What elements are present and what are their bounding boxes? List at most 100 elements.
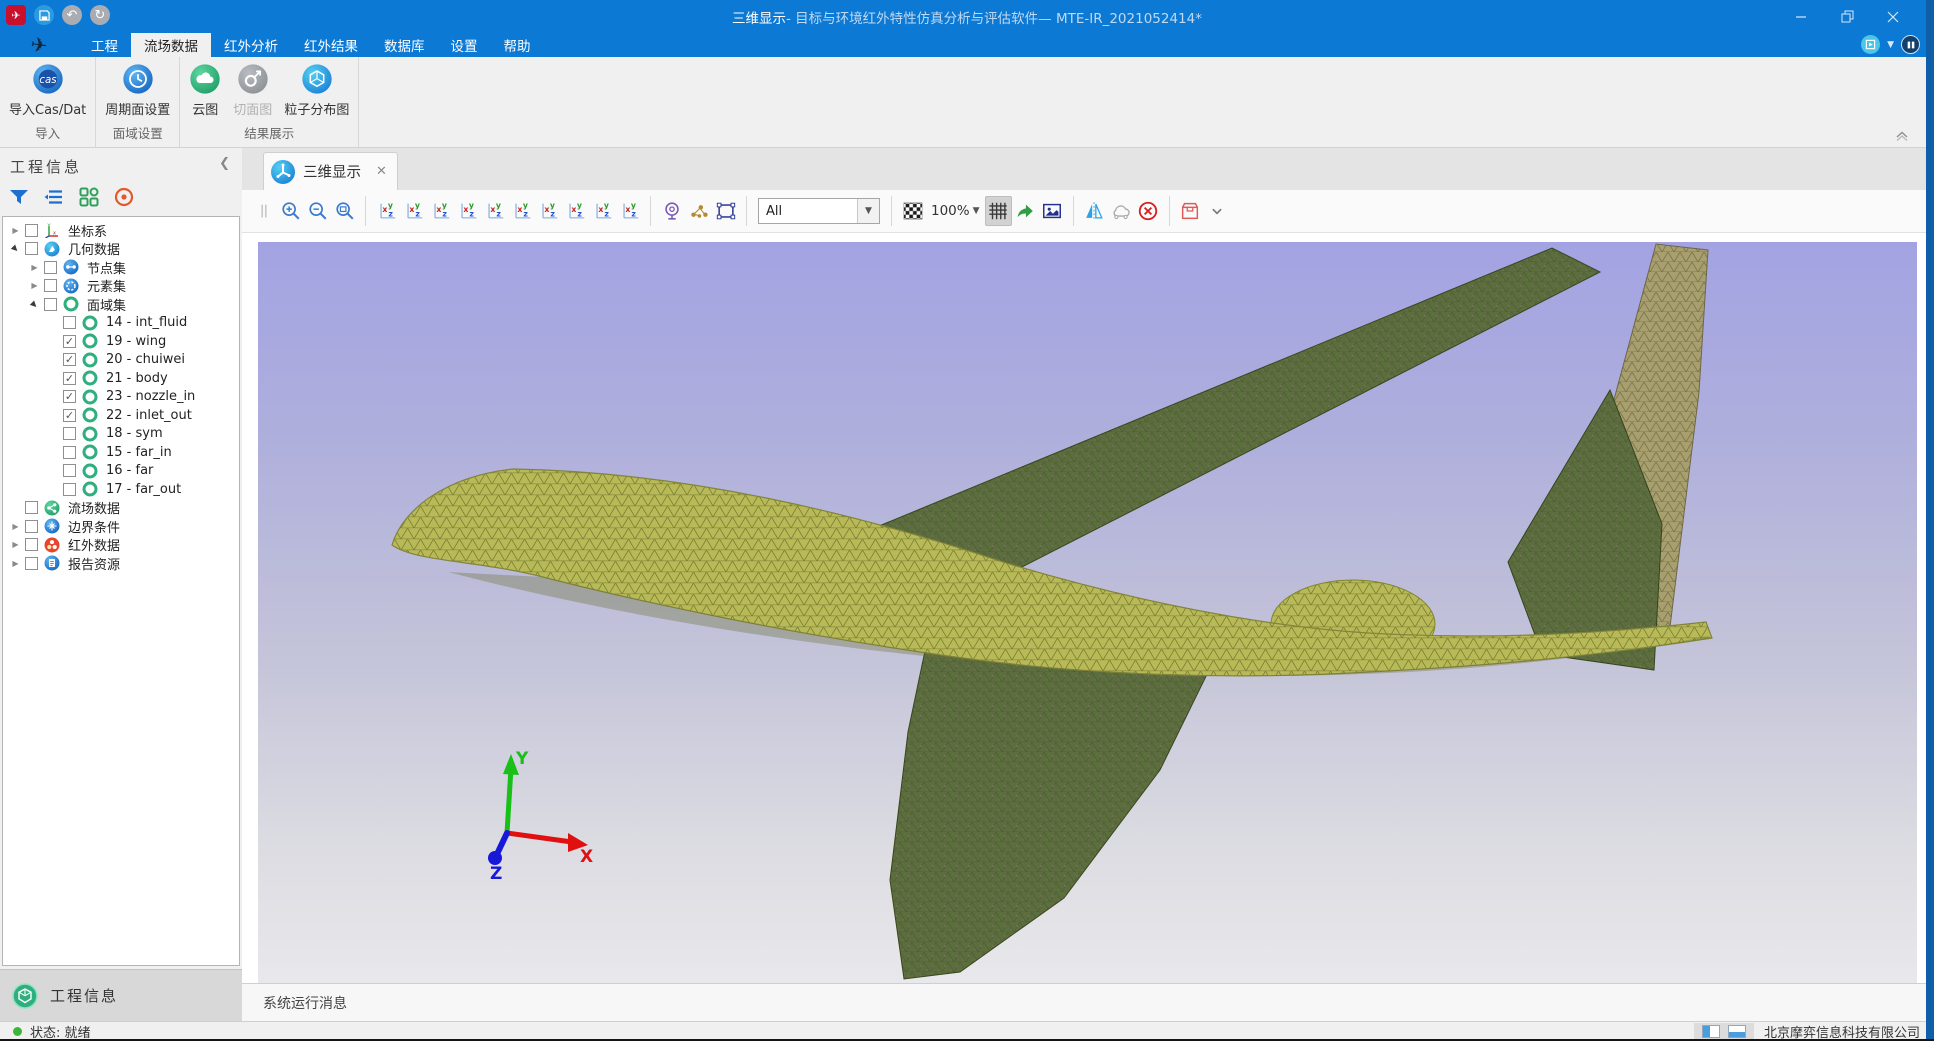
view-iso-4-button[interactable]: xyz bbox=[616, 196, 643, 226]
app-menu-button[interactable]: ✈ bbox=[6, 5, 26, 25]
tree-row[interactable]: ▶节点集 bbox=[3, 258, 239, 277]
tree-row[interactable]: 16 - far bbox=[3, 462, 239, 481]
ribbon-collapse-button[interactable] bbox=[1894, 128, 1910, 146]
ribbon-button-云图[interactable]: 云图 bbox=[183, 57, 227, 118]
panel-footer-tab[interactable]: 工程信息 bbox=[0, 969, 242, 1021]
tree-row[interactable]: ▶红外数据 bbox=[3, 536, 239, 555]
zoom-level-dropdown[interactable]: 100%▼ bbox=[926, 203, 985, 219]
tree-checkbox[interactable] bbox=[63, 446, 76, 459]
tree-row[interactable]: ✓23 - nozzle_in bbox=[3, 388, 239, 407]
tree-expander-icon[interactable]: ▶ bbox=[28, 281, 41, 290]
tab-close-icon[interactable]: ✕ bbox=[376, 164, 387, 179]
menu-tab-红外结果[interactable]: 红外结果 bbox=[291, 33, 371, 57]
menu-tab-帮助[interactable]: 帮助 bbox=[491, 33, 544, 57]
view-bottom-button[interactable]: xyz bbox=[508, 196, 535, 226]
ribbon-button-粒子分布图[interactable]: 粒子分布图 bbox=[278, 57, 355, 118]
panel-collapse-button[interactable]: ❮ bbox=[219, 156, 230, 171]
style-dropdown-caret-icon[interactable]: ▼ bbox=[1887, 40, 1894, 50]
tree-row[interactable]: 18 - sym bbox=[3, 425, 239, 444]
menu-tab-设置[interactable]: 设置 bbox=[438, 33, 491, 57]
tree-expander-icon[interactable]: ▶ bbox=[27, 296, 43, 312]
view-right-button[interactable]: xyz bbox=[454, 196, 481, 226]
menu-tab-工程[interactable]: 工程 bbox=[78, 33, 131, 57]
tree-checkbox[interactable]: ✓ bbox=[63, 372, 76, 385]
tree-row[interactable]: ▶Yx坐标系 bbox=[3, 221, 239, 240]
style-switcher-button[interactable] bbox=[1861, 35, 1880, 54]
view-iso-3-button[interactable]: xyz bbox=[589, 196, 616, 226]
menu-tab-流场数据[interactable]: 流场数据 bbox=[131, 33, 211, 57]
grid-green-button[interactable] bbox=[78, 186, 100, 208]
more-chevron-button[interactable] bbox=[1204, 196, 1231, 226]
tree-expander-icon[interactable]: ▶ bbox=[28, 263, 41, 272]
layout-left-panel-icon[interactable] bbox=[1702, 1025, 1720, 1038]
undo-button[interactable]: ↶ bbox=[62, 5, 82, 25]
tree-expander-icon[interactable]: ▶ bbox=[9, 559, 22, 568]
tree-expander-icon[interactable]: ▶ bbox=[9, 540, 22, 549]
tree-expander-icon[interactable]: ▶ bbox=[8, 241, 24, 257]
tree-row[interactable]: ✓22 - inlet_out bbox=[3, 406, 239, 425]
box-select-button[interactable] bbox=[712, 196, 739, 226]
view-iso-1-button[interactable]: xyz bbox=[535, 196, 562, 226]
help-book-button[interactable] bbox=[1901, 35, 1920, 54]
redo-button[interactable]: ↻ bbox=[90, 5, 110, 25]
transparency-checker-button[interactable] bbox=[899, 196, 926, 226]
tree-checkbox[interactable] bbox=[44, 279, 57, 292]
cloud-display-button[interactable] bbox=[1108, 196, 1135, 226]
tree-row[interactable]: ✓20 - chuiwei bbox=[3, 351, 239, 370]
capture-image-button[interactable] bbox=[1039, 196, 1066, 226]
view-back-button[interactable]: xyz bbox=[400, 196, 427, 226]
ribbon-button-周期面设置[interactable]: 周期面设置 bbox=[99, 57, 176, 118]
tab-3d-display[interactable]: 三维显示 ✕ bbox=[263, 152, 398, 190]
tree-checkbox[interactable]: ✓ bbox=[63, 390, 76, 403]
tree-checkbox[interactable] bbox=[25, 538, 38, 551]
tree-checkbox[interactable] bbox=[63, 427, 76, 440]
combo-dropdown-icon[interactable]: ▼ bbox=[857, 199, 879, 223]
view-top-button[interactable]: xyz bbox=[481, 196, 508, 226]
menu-tab-红外分析[interactable]: 红外分析 bbox=[211, 33, 291, 57]
tree-checkbox[interactable] bbox=[44, 298, 57, 311]
tree-row[interactable]: ▶几何数据 bbox=[3, 240, 239, 259]
view-front-button[interactable]: xyz bbox=[373, 196, 400, 226]
probe-camera-button[interactable] bbox=[658, 196, 685, 226]
tree-row[interactable]: 流场数据 bbox=[3, 499, 239, 518]
tree-checkbox[interactable] bbox=[25, 520, 38, 533]
clear-remove-button[interactable] bbox=[1135, 196, 1162, 226]
maximize-button[interactable] bbox=[1824, 0, 1870, 33]
tree-checkbox[interactable] bbox=[63, 483, 76, 496]
tree-row[interactable]: 17 - far_out bbox=[3, 480, 239, 499]
zoom-in-button[interactable] bbox=[277, 196, 304, 226]
tree-row[interactable]: ▶边界条件 bbox=[3, 517, 239, 536]
ribbon-button-导入Cas/Dat[interactable]: cas导入Cas/Dat bbox=[3, 57, 92, 118]
save-button[interactable] bbox=[34, 5, 54, 25]
menu-tab-数据库[interactable]: 数据库 bbox=[371, 33, 438, 57]
mesh-grid-toggle-button[interactable] bbox=[985, 196, 1012, 226]
tree-row[interactable]: ✓21 - body bbox=[3, 369, 239, 388]
tree-checkbox[interactable]: ✓ bbox=[63, 353, 76, 366]
list-outline-button[interactable] bbox=[43, 186, 65, 208]
tree-checkbox[interactable] bbox=[25, 242, 38, 255]
export-share-button[interactable] bbox=[1012, 196, 1039, 226]
tree-expander-icon[interactable]: ▶ bbox=[9, 522, 22, 531]
view-iso-2-button[interactable]: xyz bbox=[562, 196, 589, 226]
tree-row[interactable]: ▶元素集 bbox=[3, 277, 239, 296]
tree-checkbox[interactable] bbox=[63, 464, 76, 477]
zoom-out-button[interactable] bbox=[304, 196, 331, 226]
tree-expander-icon[interactable]: ▶ bbox=[9, 226, 22, 235]
layout-bottom-panel-icon[interactable] bbox=[1728, 1025, 1746, 1038]
tree-row[interactable]: 15 - far_in bbox=[3, 443, 239, 462]
tree-checkbox[interactable] bbox=[25, 224, 38, 237]
tree-checkbox[interactable] bbox=[25, 501, 38, 514]
close-button[interactable] bbox=[1870, 0, 1916, 33]
viewport-3d[interactable]: Y X Z bbox=[258, 242, 1917, 983]
tree-row[interactable]: 14 - int_fluid bbox=[3, 314, 239, 333]
particle-trace-button[interactable] bbox=[685, 196, 712, 226]
tree-row[interactable]: ✓19 - wing bbox=[3, 332, 239, 351]
tree-row[interactable]: ▶报告资源 bbox=[3, 554, 239, 573]
tree-row[interactable]: ▶面域集 bbox=[3, 295, 239, 314]
tree-checkbox[interactable] bbox=[63, 316, 76, 329]
filter-button[interactable] bbox=[8, 186, 30, 208]
tree-checkbox[interactable] bbox=[44, 261, 57, 274]
mirror-display-button[interactable] bbox=[1081, 196, 1108, 226]
tree-checkbox[interactable] bbox=[25, 557, 38, 570]
display-filter-select[interactable]: All▼ bbox=[758, 198, 880, 224]
